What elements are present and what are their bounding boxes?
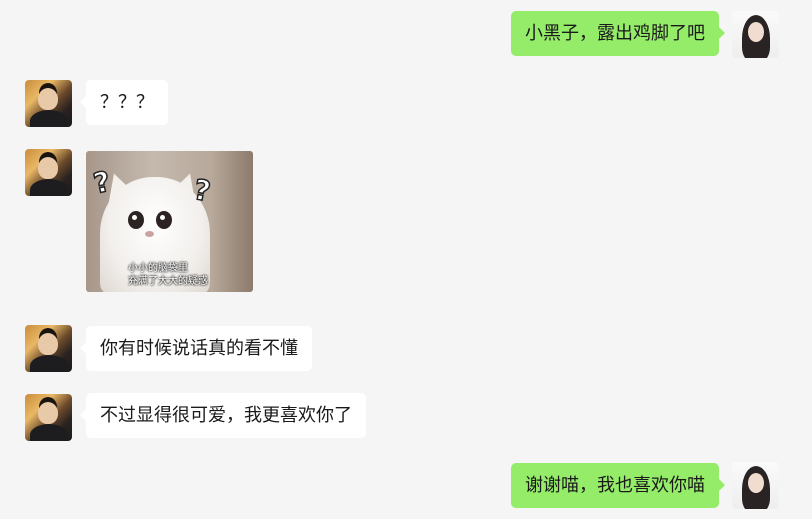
self-avatar[interactable] <box>732 462 779 509</box>
question-mark-icon: ? <box>191 172 214 209</box>
cat-nose <box>145 231 154 237</box>
message-bubble-incoming[interactable]: 你有时候说话真的看不懂 <box>80 326 312 371</box>
cat-eye-right <box>156 211 172 229</box>
self-avatar[interactable] <box>732 11 779 58</box>
contact-avatar[interactable] <box>25 394 72 441</box>
contact-avatar[interactable] <box>25 149 72 196</box>
message-bubble-outgoing[interactable]: 谢谢喵，我也喜欢你喵 <box>511 463 725 508</box>
sticker-image[interactable]: ? ? 小小的脑袋里 充满了大大的疑惑 <box>86 151 253 292</box>
sticker-caption-line: 小小的脑袋里 <box>128 263 188 274</box>
chat-area: 小黑子，露出鸡脚了吧 ？？？ ? ? 小小的脑袋里 充满了大大的疑惑 你有时候说… <box>0 0 812 519</box>
message-bubble-incoming[interactable]: 不过显得很可爱，我更喜欢你了 <box>80 393 366 438</box>
message-bubble-incoming[interactable]: ？？？ <box>80 80 168 125</box>
sticker-caption: 小小的脑袋里 充满了大大的疑惑 <box>128 262 208 288</box>
cat-eye-left <box>128 211 144 229</box>
contact-avatar[interactable] <box>25 325 72 372</box>
sticker-caption-line: 充满了大大的疑惑 <box>128 276 208 287</box>
message-bubble-outgoing[interactable]: 小黑子，露出鸡脚了吧 <box>511 11 725 56</box>
contact-avatar[interactable] <box>25 80 72 127</box>
question-mark-icon: ? <box>90 164 114 201</box>
